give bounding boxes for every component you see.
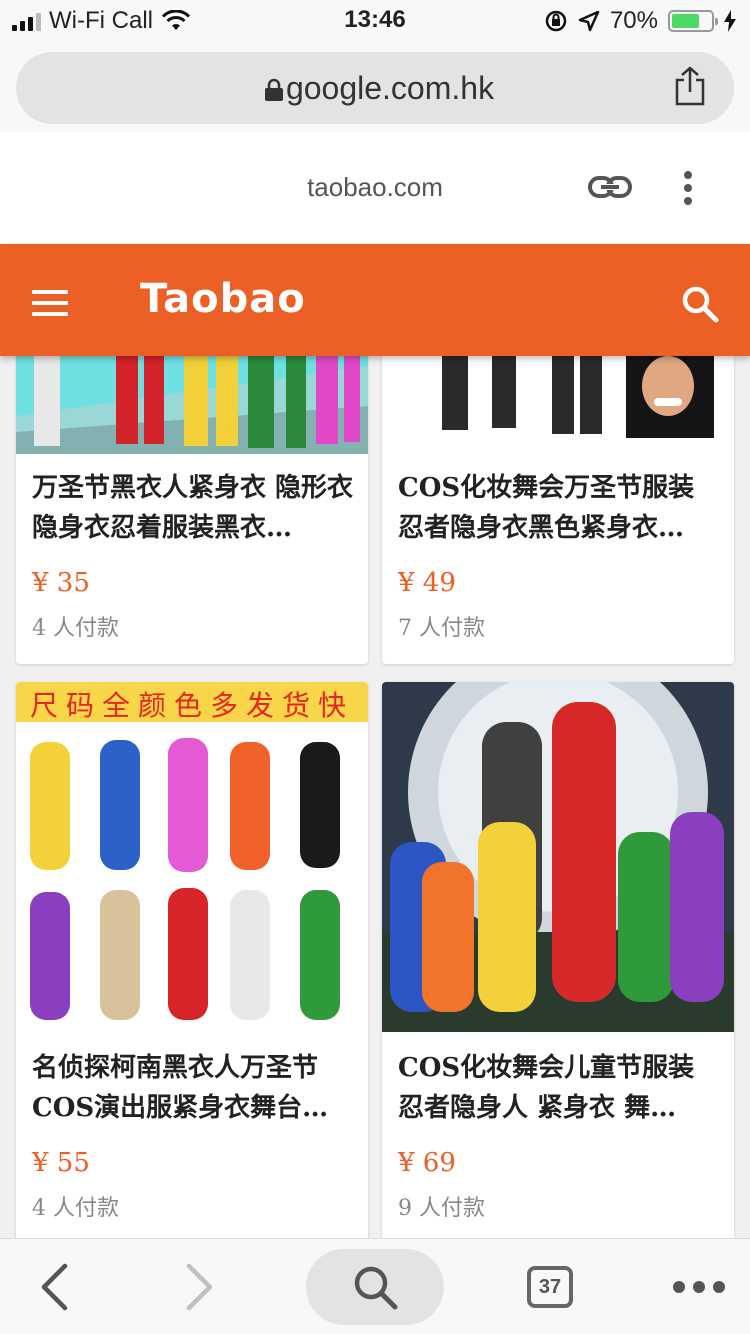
back-button[interactable]: [24, 1239, 84, 1334]
more-vertical-icon[interactable]: [680, 170, 696, 206]
link-icon[interactable]: [588, 174, 632, 200]
product-title: 万圣节黑衣人紧身衣 隐形衣 隐身衣忍着服装黑衣…: [32, 473, 354, 543]
product-price: ¥ 55: [32, 1148, 90, 1178]
site-header: Taobao: [0, 244, 750, 356]
tab-count: 37: [527, 1266, 573, 1308]
search-icon: [354, 1266, 398, 1310]
tabs-button[interactable]: 37: [524, 1239, 576, 1334]
product-image: [382, 356, 734, 454]
browser-url-area: google.com.hk: [0, 40, 750, 132]
status-right: 70%: [544, 6, 736, 36]
charging-icon: [724, 10, 736, 32]
site-domain: taobao.com: [307, 172, 443, 202]
product-image: [382, 682, 734, 1032]
product-price: ¥ 49: [398, 568, 456, 598]
product-card[interactable]: 尺码全颜色多发货快 名侦探柯南黑衣人万圣节COS演出服紧身衣舞台… ¥ 55 4…: [16, 682, 368, 1238]
url-text: google.com.hk: [285, 70, 495, 106]
product-title: 名侦探柯南黑衣人万圣节COS演出服紧身衣舞台…: [32, 1053, 329, 1123]
product-image: 尺码全颜色多发货快: [16, 682, 368, 1032]
product-image: [16, 356, 368, 454]
share-icon[interactable]: [672, 66, 708, 106]
location-icon: [578, 10, 600, 32]
product-card[interactable]: COS化妆舞会万圣节服装忍者隐身衣黑色紧身衣… ¥ 49 7 人付款: [382, 356, 734, 664]
search-icon[interactable]: [680, 284, 720, 324]
product-price: ¥ 69: [398, 1148, 456, 1178]
product-sold-count: 4 人付款: [32, 1196, 119, 1221]
chevron-left-icon: [41, 1263, 68, 1311]
product-title: COS化妆舞会万圣节服装忍者隐身衣黑色紧身衣…: [398, 473, 695, 543]
product-sold-count: 4 人付款: [32, 616, 119, 641]
product-card[interactable]: 万圣节黑衣人紧身衣 隐形衣 隐身衣忍着服装黑衣… ¥ 35 4 人付款: [16, 356, 368, 664]
rotation-lock-icon: [545, 10, 567, 32]
menu-icon[interactable]: [32, 290, 68, 316]
product-price: ¥ 35: [32, 568, 90, 598]
amp-header: taobao.com: [0, 132, 750, 244]
product-card[interactable]: COS化妆舞会儿童节服装忍者隐身人 紧身衣 舞… ¥ 69 9 人付款: [382, 682, 734, 1238]
battery-icon: [668, 10, 718, 32]
more-options-button[interactable]: [664, 1239, 734, 1334]
battery-percent: 70%: [609, 7, 658, 34]
search-button[interactable]: [306, 1249, 444, 1325]
chevron-right-icon: [186, 1263, 213, 1311]
product-sold-count: 9 人付款: [398, 1196, 485, 1221]
forward-button[interactable]: [170, 1239, 230, 1334]
product-banner: 尺码全颜色多发货快: [29, 689, 354, 722]
product-sold-count: 7 人付款: [398, 616, 485, 641]
more-horizontal-icon: [673, 1281, 725, 1293]
product-title: COS化妆舞会儿童节服装忍者隐身人 紧身衣 舞…: [398, 1053, 695, 1123]
address-bar[interactable]: google.com.hk: [16, 52, 734, 124]
site-title: Taobao: [140, 276, 306, 322]
browser-toolbar: 37: [0, 1238, 750, 1334]
product-grid: 万圣节黑衣人紧身衣 隐形衣 隐身衣忍着服装黑衣… ¥ 35 4 人付款 COS化…: [0, 356, 750, 1238]
status-bar: Wi-Fi Call 13:46 70%: [0, 0, 750, 40]
